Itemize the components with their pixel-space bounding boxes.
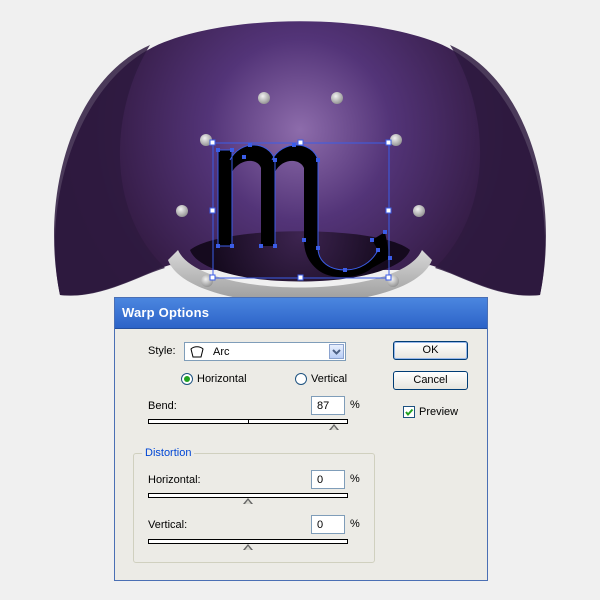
radio-horizontal-label: Horizontal [197, 373, 247, 385]
horizontal-distortion-slider-track[interactable] [148, 493, 348, 504]
bend-unit: % [350, 399, 360, 411]
horizontal-distortion-unit: % [350, 473, 360, 485]
arc-style-icon [190, 346, 204, 358]
bend-slider-center-tick [248, 419, 249, 424]
style-select[interactable]: Arc [184, 342, 346, 361]
radio-vertical-label: Vertical [311, 373, 348, 385]
dialog-titlebar[interactable]: Warp Options [115, 298, 487, 329]
radio-horizontal[interactable] [181, 373, 193, 385]
bend-input[interactable]: 87 [311, 396, 345, 415]
vertical-distortion-slider-track[interactable] [148, 539, 348, 550]
horizontal-distortion-label: Horizontal: [148, 474, 201, 486]
horizontal-distortion-input[interactable]: 0 [311, 470, 345, 489]
style-select-value: Arc [213, 346, 230, 358]
vertical-distortion-label: Vertical: [148, 519, 188, 531]
dialog-title: Warp Options [122, 305, 210, 320]
style-dropdown-button[interactable] [329, 344, 344, 359]
vertical-distortion-unit: % [350, 518, 360, 530]
cancel-button[interactable]: Cancel [393, 371, 468, 390]
radio-vertical[interactable] [295, 373, 307, 385]
checkmark-icon [405, 408, 414, 417]
style-label: Style: [148, 345, 176, 357]
preview-label: Preview [419, 406, 459, 418]
ok-button[interactable]: OK [393, 341, 468, 360]
distortion-group-label: Distortion [142, 447, 195, 459]
vertical-distortion-input[interactable]: 0 [311, 515, 345, 534]
bend-slider-track[interactable] [148, 419, 348, 430]
chevron-down-icon [332, 349, 341, 355]
preview-checkbox[interactable] [403, 406, 415, 418]
warp-options-dialog: Warp Options Style: Arc Horizontal Verti… [114, 297, 488, 581]
bend-label: Bend: [148, 400, 177, 412]
